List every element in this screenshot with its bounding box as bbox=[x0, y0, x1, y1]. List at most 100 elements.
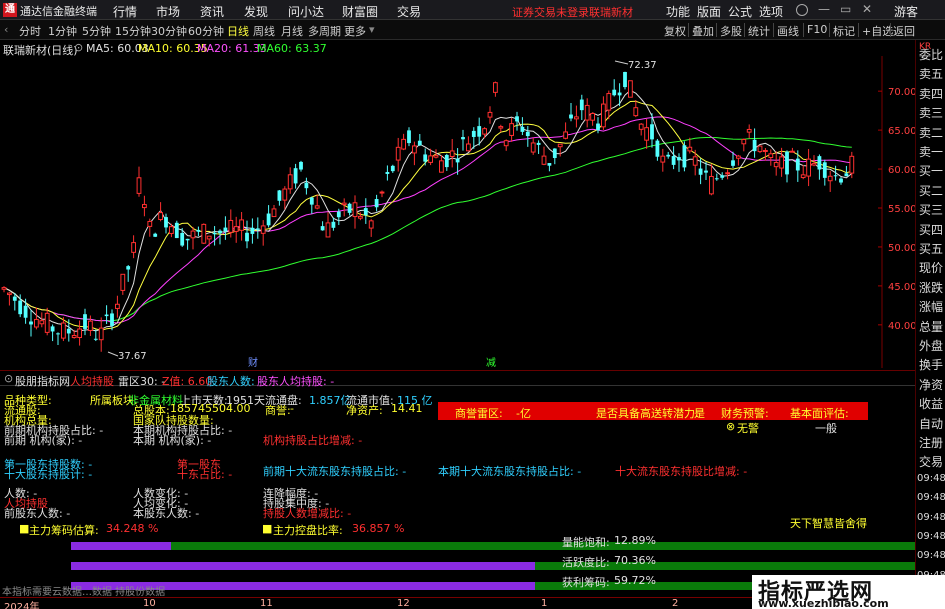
candle[interactable] bbox=[18, 300, 23, 315]
candle[interactable] bbox=[190, 230, 196, 239]
candle[interactable] bbox=[509, 123, 515, 136]
candle[interactable] bbox=[250, 227, 255, 234]
candle[interactable] bbox=[493, 82, 498, 93]
period-tab[interactable]: 月线 bbox=[281, 23, 303, 39]
candle[interactable] bbox=[309, 197, 314, 205]
candle[interactable] bbox=[439, 160, 444, 173]
candle[interactable] bbox=[666, 154, 671, 157]
candle[interactable] bbox=[623, 71, 627, 88]
candle[interactable] bbox=[487, 111, 493, 118]
candle[interactable] bbox=[844, 173, 849, 177]
guest-login[interactable]: 游客 bbox=[894, 3, 918, 20]
candle[interactable] bbox=[71, 335, 77, 339]
menu-quotes[interactable]: 行情 bbox=[113, 3, 137, 20]
candle[interactable] bbox=[299, 161, 303, 170]
candle[interactable] bbox=[44, 312, 50, 333]
candle[interactable] bbox=[547, 163, 552, 166]
candle[interactable] bbox=[320, 226, 325, 231]
candle[interactable] bbox=[390, 165, 395, 172]
candle[interactable] bbox=[153, 233, 158, 237]
candle[interactable] bbox=[574, 116, 579, 120]
candle[interactable] bbox=[455, 158, 460, 163]
candle[interactable] bbox=[768, 153, 774, 159]
candle[interactable] bbox=[374, 199, 379, 208]
candle[interactable] bbox=[239, 219, 244, 231]
candle[interactable] bbox=[266, 213, 271, 226]
menu-market[interactable]: 市场 bbox=[156, 3, 180, 20]
candle[interactable] bbox=[255, 228, 260, 230]
kline-chart[interactable]: 70.00 65.00 60.00 55.00 50.00 45.00 40.00 72.3… bbox=[0, 56, 915, 368]
candle[interactable] bbox=[12, 296, 17, 301]
candle[interactable] bbox=[704, 170, 708, 173]
candle[interactable] bbox=[757, 145, 763, 153]
candle[interactable] bbox=[88, 320, 93, 331]
candle[interactable] bbox=[822, 162, 827, 178]
candle[interactable] bbox=[698, 168, 703, 175]
btn-adjust[interactable]: 复权 bbox=[664, 23, 686, 39]
candle[interactable] bbox=[601, 103, 606, 128]
candle[interactable] bbox=[471, 130, 476, 137]
candle[interactable] bbox=[358, 215, 363, 219]
candle[interactable] bbox=[423, 154, 428, 162]
candle[interactable] bbox=[498, 126, 504, 129]
side-label[interactable]: 注册 bbox=[919, 434, 943, 451]
candle[interactable] bbox=[164, 217, 168, 228]
candle[interactable] bbox=[104, 314, 109, 317]
candle[interactable] bbox=[83, 314, 87, 329]
side-label[interactable]: 自动 bbox=[919, 415, 943, 432]
menu-formula[interactable]: 公式 bbox=[728, 3, 752, 20]
candle[interactable] bbox=[417, 140, 422, 146]
candle[interactable] bbox=[218, 230, 222, 234]
help-icon[interactable] bbox=[796, 4, 808, 16]
menu-options[interactable]: 选项 bbox=[759, 3, 783, 20]
candle[interactable] bbox=[185, 238, 190, 241]
candle[interactable] bbox=[671, 156, 676, 165]
settings-icon[interactable]: ⊙ bbox=[74, 41, 83, 54]
candle[interactable] bbox=[395, 146, 401, 161]
candle[interactable] bbox=[579, 99, 584, 111]
candle[interactable] bbox=[466, 143, 471, 152]
candle[interactable] bbox=[790, 150, 795, 153]
candle[interactable] bbox=[136, 177, 142, 194]
candle[interactable] bbox=[741, 139, 747, 145]
candle[interactable] bbox=[633, 107, 639, 117]
candle[interactable] bbox=[530, 142, 536, 153]
close-icon[interactable]: ✕ bbox=[862, 2, 872, 16]
candle[interactable] bbox=[147, 220, 153, 227]
candle[interactable] bbox=[541, 155, 547, 165]
candle[interactable] bbox=[444, 154, 449, 168]
candle[interactable] bbox=[385, 172, 390, 174]
candle[interactable] bbox=[428, 155, 434, 163]
period-tab[interactable]: 5分钟 bbox=[82, 23, 111, 39]
candle[interactable] bbox=[169, 226, 174, 234]
btn-draw[interactable]: 画线 bbox=[777, 23, 799, 39]
chevron-down-icon[interactable]: ▾ bbox=[369, 23, 375, 36]
candle[interactable] bbox=[158, 212, 163, 220]
candle[interactable] bbox=[617, 92, 622, 96]
candle[interactable] bbox=[412, 145, 417, 154]
candle[interactable] bbox=[196, 229, 201, 232]
candle[interactable] bbox=[363, 208, 368, 216]
candle[interactable] bbox=[520, 126, 525, 132]
candle[interactable] bbox=[1, 287, 7, 290]
candle[interactable] bbox=[293, 168, 298, 184]
candle[interactable] bbox=[449, 150, 455, 158]
login-alert[interactable]: 证券交易未登录 bbox=[512, 4, 589, 20]
candle[interactable] bbox=[709, 175, 714, 195]
candle[interactable] bbox=[461, 137, 465, 140]
candle[interactable] bbox=[77, 328, 82, 339]
candle[interactable] bbox=[352, 202, 358, 218]
candle[interactable] bbox=[93, 338, 98, 340]
menu-layout[interactable]: 版面 bbox=[697, 3, 721, 20]
candle[interactable] bbox=[682, 145, 687, 168]
candle[interactable] bbox=[56, 333, 60, 335]
candle[interactable] bbox=[763, 149, 768, 152]
btn-stats[interactable]: 统计 bbox=[748, 23, 770, 39]
candle[interactable] bbox=[39, 320, 45, 325]
candle[interactable] bbox=[180, 232, 185, 246]
settings-icon[interactable]: ⊙ bbox=[4, 372, 13, 385]
candle[interactable] bbox=[98, 327, 104, 341]
candle[interactable] bbox=[271, 208, 277, 218]
menu-news[interactable]: 资讯 bbox=[200, 3, 224, 20]
candle[interactable] bbox=[126, 266, 131, 270]
